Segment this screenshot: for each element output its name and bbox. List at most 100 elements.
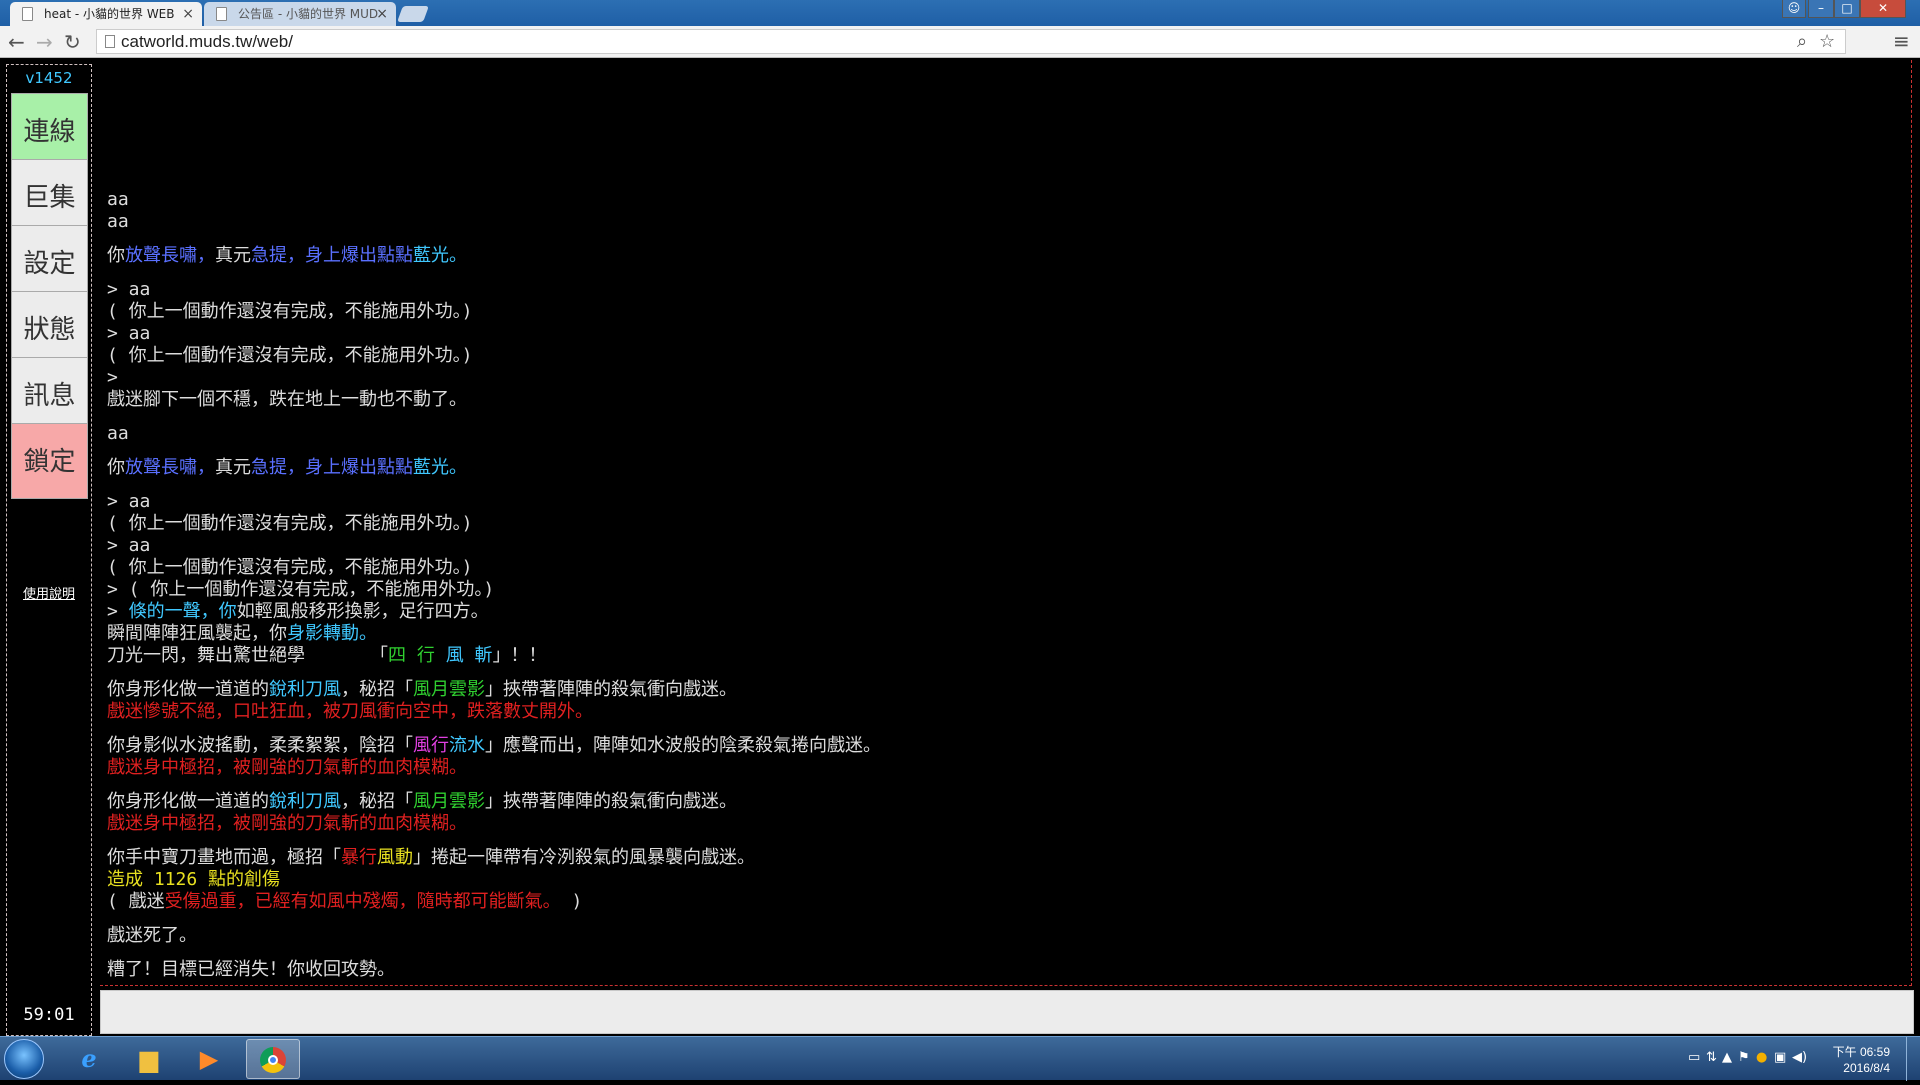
reload-icon[interactable]: ↻: [64, 30, 81, 54]
output-line: [107, 479, 881, 491]
output-text: 急提，: [251, 457, 305, 478]
output-text: ( 你上一個動作還沒有完成，不能施用外功。): [107, 557, 473, 578]
output-text: 糟了！目標已經消失！你收回攻勢。: [107, 959, 395, 980]
status-button[interactable]: 狀態: [11, 291, 88, 367]
tab-title: 公告區 - 小貓的世界 MUD: [238, 7, 379, 21]
output-line: > aa: [107, 491, 881, 513]
output-text: ，秘招「: [341, 679, 413, 700]
output-text: 你: [107, 245, 125, 266]
output-text: 風月雲影: [413, 791, 485, 812]
output-text: 放聲長嘯，: [125, 245, 215, 266]
chrome-icon: [260, 1047, 286, 1073]
address-bar[interactable]: catworld.muds.tw/web/ ⌕ ☆: [96, 29, 1846, 54]
help-link[interactable]: 使用說明: [7, 583, 91, 602]
window-close-button[interactable]: ✕: [1860, 0, 1906, 18]
bookmark-star-icon[interactable]: ☆: [1819, 31, 1835, 52]
keyboard-icon[interactable]: ▭: [1688, 1050, 1700, 1065]
output-line: [107, 445, 881, 457]
output-text: 真元: [215, 457, 251, 478]
output-text: 風行: [413, 735, 449, 756]
clock-time[interactable]: 下午 06:59: [1833, 1043, 1890, 1060]
output-text: > ( 你上一個動作還沒有完成，不能施用外功。): [107, 579, 495, 600]
user-icon[interactable]: ☺: [1782, 0, 1806, 18]
output-text: 暴行: [341, 847, 377, 868]
menu-icon[interactable]: ≡: [1893, 29, 1910, 53]
media-player-icon: ▶: [199, 1045, 219, 1073]
internet-explorer-icon: e: [81, 1044, 97, 1073]
version-label: v1452: [25, 69, 73, 87]
lock-button[interactable]: 鎖定: [11, 423, 88, 499]
output-text: 急提，: [251, 245, 305, 266]
taskbar-app-active[interactable]: [246, 1039, 300, 1079]
output-line: 糟了！目標已經消失！你收回攻勢。: [107, 959, 881, 981]
output-line: 你放聲長嘯，真元急提，身上爆出點點藍光。: [107, 457, 881, 479]
game-output[interactable]: aa aa 你放聲長嘯，真元急提，身上爆出點點藍光。 > aa ( 你上一個動作還沒有完…: [100, 60, 1912, 986]
forward-icon[interactable]: →: [36, 30, 53, 54]
output-line: > 倏的一聲，你如輕風般移形換影，足行四方。: [107, 601, 881, 623]
output-line: [107, 411, 881, 423]
taskbar-app[interactable]: e: [62, 1039, 116, 1079]
output-line: 戲迷慘號不絕，口吐狂血，被刀風衝向空中，跌落數丈開外。: [107, 701, 881, 723]
command-input[interactable]: [100, 990, 1914, 1034]
output-text: 」應聲而出，陣陣如水波般的陰柔殺氣捲向戲迷。: [485, 735, 881, 756]
output-text: 瞬間陣陣狂風襲起，你: [107, 623, 287, 644]
output-text: > aa: [107, 323, 151, 344]
settings-button[interactable]: 設定: [11, 225, 88, 301]
output-text: 風月雲影: [413, 679, 485, 700]
taskbar-app[interactable]: ▶: [182, 1039, 236, 1079]
output-text: >: [107, 367, 118, 388]
show-desktop-button[interactable]: [1906, 1037, 1920, 1081]
output-text: 刀光一閃，舞出驚世絕學 「: [107, 645, 389, 666]
output-text: >: [107, 601, 129, 622]
close-icon[interactable]: ×: [376, 2, 388, 26]
output-text: > aa: [107, 279, 151, 300]
page-icon: [22, 7, 33, 21]
session-timer: 59:01: [23, 1005, 75, 1025]
output-text: 造成 1126 點的創傷: [107, 869, 281, 890]
app-tray-icon[interactable]: ●: [1756, 1050, 1767, 1065]
maximize-button[interactable]: □: [1834, 0, 1860, 18]
output-text: ，秘招「: [341, 791, 413, 812]
browser-tab-active[interactable]: heat - 小貓的世界 WEB ×: [10, 2, 202, 26]
taskbar-app[interactable]: ▆: [122, 1039, 176, 1079]
output-text: 銳利刀風: [269, 679, 341, 700]
output-line: 你放聲長嘯，真元急提，身上爆出點點藍光。: [107, 245, 881, 267]
browser-tab[interactable]: 公告區 - 小貓的世界 MUD ×: [204, 2, 396, 26]
macro-button[interactable]: 巨集: [11, 159, 88, 235]
network-icon[interactable]: ▣: [1774, 1050, 1786, 1065]
show-hidden-icons[interactable]: ▲: [1722, 1050, 1732, 1065]
zoom-icon[interactable]: ⌕: [1797, 31, 1807, 52]
output-line: 戲迷身中極招，被剛強的刀氣斬的血肉模糊。: [107, 813, 881, 835]
output-text: 戲迷慘號不絕，口吐狂血，被刀風衝向空中，跌落數丈開外。: [107, 701, 593, 722]
taskbar: e ▆ ▶ ▭ ⇅ ▲ ⚑ ● ▣ ◀) 下午 06:59 2016/8/4: [0, 1036, 1920, 1081]
output-line: 你手中寶刀畫地而過，極招「暴行風動」捲起一陣帶有冷洌殺氣的風暴襲向戲迷。: [107, 847, 881, 869]
language-icon[interactable]: ⇅: [1706, 1050, 1717, 1065]
volume-icon[interactable]: ◀): [1792, 1050, 1807, 1065]
flag-icon[interactable]: ⚑: [1738, 1050, 1750, 1065]
back-icon[interactable]: ←: [8, 30, 25, 54]
output-line: 你身影似水波搖動，柔柔絮絮，陰招「風行流水」應聲而出，陣陣如水波般的陰柔殺氣捲向…: [107, 735, 881, 757]
output-line: [107, 947, 881, 959]
output-text: 受傷過重，已經有如風中殘燭，隨時都可能斷氣。: [164, 891, 561, 912]
messages-button[interactable]: 訊息: [11, 357, 88, 433]
output-line: 你身形化做一道道的銳利刀風，秘招「風月雲影」挾帶著陣陣的殺氣衝向戲迷。: [107, 791, 881, 813]
output-text: aa: [107, 423, 129, 444]
output-line: [107, 667, 881, 679]
url-text[interactable]: catworld.muds.tw/web/: [121, 30, 293, 53]
output-line: [107, 913, 881, 925]
browser-tab-strip: heat - 小貓的世界 WEB × 公告區 - 小貓的世界 MUD × ☺ –…: [0, 0, 1920, 26]
output-line: >: [107, 367, 881, 389]
minimize-button[interactable]: –: [1808, 0, 1834, 18]
close-icon[interactable]: ×: [182, 2, 194, 26]
output-text: 風動: [377, 847, 413, 868]
output-line: ( 你上一個動作還沒有完成，不能施用外功。): [107, 557, 881, 579]
output-lines: aa aa 你放聲長嘯，真元急提，身上爆出點點藍光。 > aa ( 你上一個動作還沒有完…: [107, 189, 881, 981]
start-button[interactable]: [4, 1039, 44, 1079]
clock-date[interactable]: 2016/8/4: [1843, 1061, 1890, 1075]
output-line: 造成 1126 點的創傷: [107, 869, 881, 891]
output-text: > aa: [107, 491, 151, 512]
new-tab-button[interactable]: [397, 6, 429, 22]
connect-button[interactable]: 連線: [11, 93, 88, 169]
output-line: [107, 233, 881, 245]
output-line: aa: [107, 189, 881, 211]
